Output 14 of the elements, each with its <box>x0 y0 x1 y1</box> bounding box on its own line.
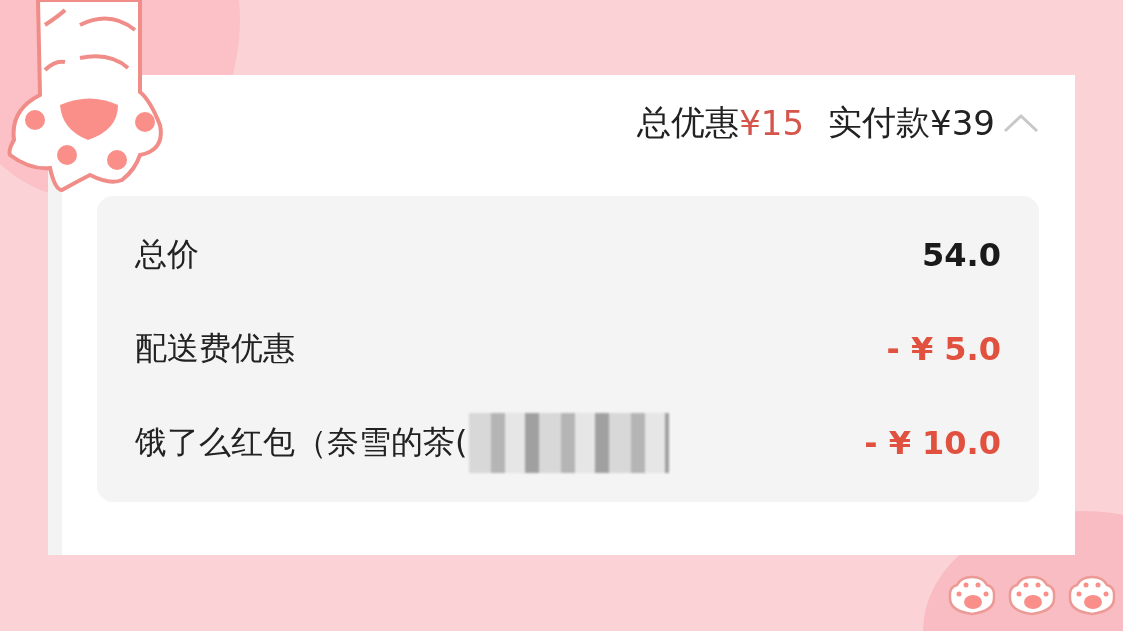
paw-print-icon <box>1007 573 1057 617</box>
paid-amount: ¥39 <box>930 103 995 143</box>
fee-label: 饿了么红包（奈雪的茶( <box>135 422 468 463</box>
fee-amount: - ¥ 5.0 <box>886 330 1001 368</box>
paid-label: 实付款 <box>828 101 931 144</box>
paw-print-icon <box>947 573 997 617</box>
fee-label: 配送费优惠 <box>135 328 295 369</box>
discount-label: 总优惠 <box>637 101 740 144</box>
fee-amount: - ¥ 10.0 <box>864 424 1001 462</box>
paw-print-icon <box>1067 573 1117 617</box>
fee-label: 总价 <box>135 234 199 275</box>
chevron-icon[interactable] <box>1003 113 1039 133</box>
fee-amount: 54.0 <box>922 236 1001 274</box>
discount-amount: ¥15 <box>739 103 805 143</box>
